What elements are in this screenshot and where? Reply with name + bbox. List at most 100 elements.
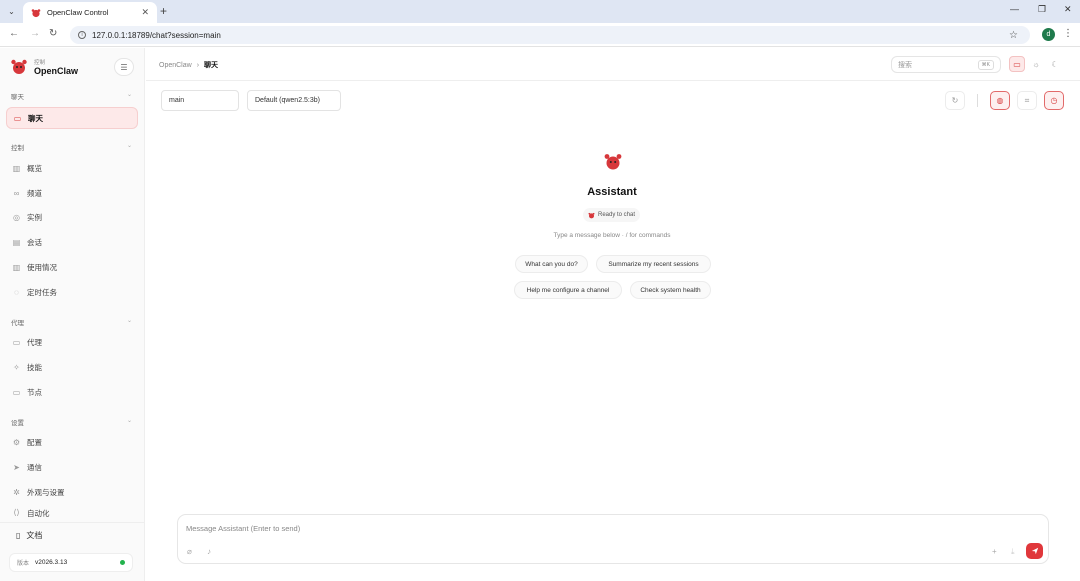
send-icon: ➤	[13, 462, 20, 472]
sidebar-item-skills[interactable]: ✧ 技能	[6, 356, 138, 378]
sidebar-item-label: 频道	[27, 188, 42, 198]
refresh-icon[interactable]: ↻	[945, 91, 965, 110]
reload-icon[interactable]: ↻	[49, 28, 57, 39]
sidebar-item-label: 概览	[27, 163, 42, 173]
clock-icon[interactable]: ◷	[1044, 91, 1064, 110]
send-icon	[1031, 547, 1038, 555]
link-icon: ∞	[13, 188, 20, 198]
sidebar-item-sessions[interactable]: ▤ 会话	[6, 231, 138, 253]
message-composer[interactable]: Message Assistant (Enter to send) ⌀ ♪ + …	[177, 514, 1049, 564]
send-button[interactable]	[1026, 543, 1043, 559]
chevron-down-icon[interactable]: ⌄	[127, 142, 132, 149]
sidebar-item-instances[interactable]: ◎ 实例	[6, 206, 138, 228]
close-tab-icon[interactable]: ✕	[141, 7, 149, 18]
bookmark-star-icon[interactable]: ☆	[1009, 30, 1018, 41]
version-label: 版本	[17, 561, 30, 567]
focus-icon[interactable]: ⌗	[1017, 91, 1037, 110]
section-chat-label[interactable]: 聊天	[11, 91, 24, 101]
sidebar-item-chat[interactable]: ▭ 聊天	[6, 107, 138, 129]
loader-icon: ◌	[14, 287, 19, 297]
moon-icon[interactable]: ☾	[1047, 56, 1063, 72]
sidebar-item-cron[interactable]: ◌ 定时任务	[6, 281, 138, 303]
suggestion-chip[interactable]: What can you do?	[515, 255, 588, 273]
chevron-down-icon[interactable]: ⌄	[127, 91, 132, 98]
microphone-icon[interactable]: ♪	[207, 547, 211, 556]
sidebar-collapse-button[interactable]: ☰	[114, 58, 134, 76]
sidebar-item-label: 自动化	[27, 509, 50, 518]
theme-switcher: ▭ ☼ ☾	[1009, 56, 1063, 72]
new-tab-button[interactable]: +	[160, 4, 167, 18]
sidebar-item-label: 节点	[27, 387, 42, 397]
search-shortcut: ⌘K	[977, 59, 994, 70]
openclaw-logo-icon	[11, 59, 27, 74]
search-input[interactable]: 搜索 ⌘K	[891, 56, 1001, 73]
bar-chart-icon: ▥	[12, 262, 21, 272]
docs-link[interactable]: ▯ 文档	[16, 530, 42, 541]
sidebar-item-overview[interactable]: ▥ 概览	[6, 157, 138, 179]
breadcrumb: OpenClaw › 聊天	[159, 60, 218, 70]
sidebar-item-config[interactable]: ⚙ 配置	[6, 431, 138, 453]
gear-icon: ⚙	[12, 437, 21, 447]
url-field[interactable]: i 127.0.0.1:18789/chat?session=main ☆	[70, 26, 1030, 44]
url-text: 127.0.0.1:18789/chat?session=main	[92, 30, 221, 40]
status-badge: Ready to chat	[583, 208, 641, 222]
browser-menu-icon[interactable]: ⋮	[1063, 28, 1073, 39]
monitor-icon[interactable]: ▭	[1009, 56, 1025, 72]
section-settings-label[interactable]: 设置	[11, 417, 24, 427]
back-icon[interactable]: ←	[9, 28, 19, 39]
sidebar-item-label: 使用情况	[27, 262, 57, 272]
section-control-label[interactable]: 控制	[11, 142, 24, 152]
status-online-dot	[120, 560, 125, 565]
search-placeholder: 搜索	[898, 61, 912, 69]
sidebar-item-label: 技能	[27, 362, 42, 372]
folder-icon: ▭	[12, 337, 21, 347]
tab-search-button[interactable]: ⌄	[4, 4, 19, 19]
plus-icon[interactable]: +	[992, 547, 997, 556]
message-input[interactable]: Message Assistant (Enter to send)	[186, 524, 300, 533]
docs-label: 文档	[26, 531, 43, 540]
tab-title: OpenClaw Control	[47, 8, 109, 17]
restore-icon[interactable]: ❐	[1038, 4, 1046, 15]
suggestion-chip[interactable]: Summarize my recent sessions	[596, 255, 711, 273]
paperclip-icon[interactable]: ⌀	[187, 547, 192, 556]
sidebar-item-usage[interactable]: ▥ 使用情况	[6, 256, 138, 278]
section-agent-label[interactable]: 代理	[11, 317, 24, 327]
download-icon[interactable]: ⤓	[1011, 547, 1015, 557]
sun-icon[interactable]: ☼	[1028, 56, 1044, 72]
model-select[interactable]: Default (qwen2.5:3b)	[247, 90, 341, 111]
sidebar-item-label: 配置	[27, 437, 42, 447]
session-select[interactable]: main	[161, 90, 239, 111]
minimize-icon[interactable]: —	[1010, 4, 1019, 14]
assistant-title: Assistant	[587, 186, 637, 198]
sidebar-item-label: 定时任务	[27, 287, 57, 297]
brand-name: OpenClaw	[34, 66, 79, 76]
chevron-down-icon[interactable]: ⌄	[127, 317, 132, 324]
chevron-down-icon[interactable]: ⌄	[127, 417, 132, 424]
sun-icon: ✲	[13, 487, 20, 497]
sidebar-item-nodes[interactable]: ▭ 节点	[6, 381, 138, 403]
toolbar-divider	[977, 94, 978, 107]
brand-subtitle: 控制	[34, 60, 46, 66]
suggestion-chip[interactable]: Help me configure a channel	[514, 281, 622, 299]
sidebar-item-comms[interactable]: ➤ 通信	[6, 456, 138, 478]
sidebar-item-agents[interactable]: ▭ 代理	[6, 331, 138, 353]
broadcast-icon: ◎	[13, 212, 20, 222]
sidebar-item-label: 实例	[27, 212, 42, 222]
sidebar-item-appearance[interactable]: ✲ 外观与设置	[6, 481, 138, 503]
sidebar-item-label: 代理	[27, 337, 42, 347]
document-icon: ▤	[12, 237, 21, 247]
book-icon: ▯	[16, 531, 21, 540]
sidebar-divider	[0, 522, 145, 523]
sidebar-item-channels[interactable]: ∞ 频道	[6, 182, 138, 204]
suggestion-chip[interactable]: Check system health	[630, 281, 711, 299]
breadcrumb-root[interactable]: OpenClaw	[159, 62, 192, 69]
sidebar-item-label: 聊天	[28, 113, 43, 123]
forward-icon[interactable]: →	[30, 28, 40, 39]
sidebar-item-partial[interactable]: ⟨⟩ 自动化	[6, 506, 138, 518]
brain-icon[interactable]: ◍	[990, 91, 1010, 110]
browser-tab[interactable]: OpenClaw Control ✕	[23, 2, 157, 23]
code-icon: ⟨⟩	[13, 508, 20, 517]
close-window-icon[interactable]: ✕	[1064, 4, 1072, 15]
site-info-icon[interactable]: i	[78, 31, 86, 39]
profile-avatar[interactable]: d	[1042, 28, 1055, 41]
